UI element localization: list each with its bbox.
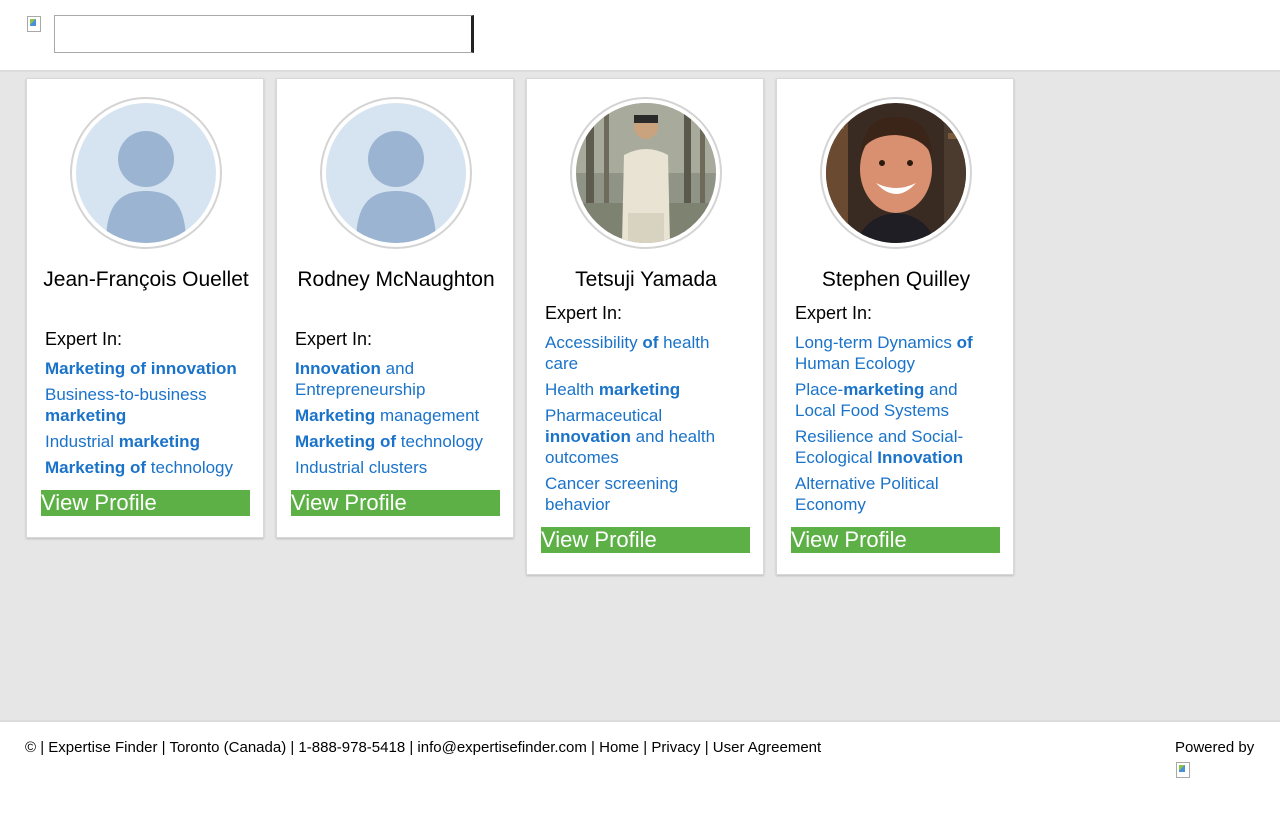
expert-in-label: Expert In: bbox=[295, 329, 373, 349]
topic-link[interactable]: Marketing of technology bbox=[45, 457, 245, 478]
footer-privacy-link[interactable]: Privacy bbox=[651, 739, 700, 756]
topic-text-part: technology bbox=[396, 432, 484, 451]
expert-name[interactable]: Jean-François Ouellet bbox=[37, 267, 255, 293]
avatar[interactable] bbox=[320, 97, 472, 249]
topic-text-part: Alternative Political Economy bbox=[795, 474, 939, 514]
experts-grid: Jean-François Ouellet Expert In: Marketi… bbox=[0, 72, 1280, 720]
broken-image-icon[interactable] bbox=[1176, 762, 1190, 778]
topic-link[interactable]: Pharmaceutical innovation and health out… bbox=[545, 405, 745, 468]
topic-text-part: of bbox=[956, 333, 973, 352]
view-profile-button[interactable]: View Profile bbox=[541, 527, 750, 553]
footer-links: © | Expertise Finder | Toronto (Canada) … bbox=[25, 739, 821, 756]
avatar[interactable] bbox=[820, 97, 972, 249]
expert-in-label: Expert In: bbox=[545, 303, 623, 323]
topic-text-part: Pharmaceutical bbox=[545, 406, 663, 425]
expert-name[interactable]: Stephen Quilley bbox=[787, 267, 1005, 293]
topic-text-part: Cancer screening behavior bbox=[545, 474, 679, 514]
topic-text-part: of bbox=[642, 333, 659, 352]
topic-text-part: Human Ecology bbox=[795, 354, 916, 373]
topic-link[interactable]: Marketing of technology bbox=[295, 431, 495, 452]
portrait-photo bbox=[576, 103, 716, 243]
topic-text-part: Long-term Dynamics bbox=[795, 333, 957, 352]
topic-link[interactable]: Business-to-business marketing bbox=[45, 384, 245, 426]
topic-text-part: Marketing of bbox=[45, 458, 147, 477]
topic-link[interactable]: Cancer screening behavior bbox=[545, 473, 745, 515]
topic-text-part: Marketing of bbox=[295, 432, 397, 451]
topic-link[interactable]: Industrial clusters bbox=[295, 457, 495, 478]
expert-in-label: Expert In: bbox=[45, 329, 123, 349]
topic-list: Innovation and Entrepreneurship Marketing… bbox=[295, 358, 495, 483]
avatar[interactable] bbox=[570, 97, 722, 249]
topic-link[interactable]: Marketing management bbox=[295, 405, 495, 426]
expert-name[interactable]: Tetsuji Yamada bbox=[537, 267, 755, 293]
header bbox=[0, 0, 1280, 72]
footer: © | Expertise Finder | Toronto (Canada) … bbox=[0, 720, 1280, 822]
search-input[interactable] bbox=[54, 15, 474, 53]
topic-text-part: innovation bbox=[545, 427, 631, 446]
topic-text-part: marketing bbox=[598, 380, 681, 399]
topic-text-part: management bbox=[375, 406, 480, 425]
avatar[interactable] bbox=[70, 97, 222, 249]
topic-text-part: Industrial clusters bbox=[295, 458, 428, 477]
footer-copyright: © | Expertise Finder | Toronto (Canada) … bbox=[25, 739, 418, 756]
topic-text-part: Marketing bbox=[295, 406, 376, 425]
topic-link[interactable]: Marketing of innovation bbox=[45, 358, 245, 379]
topic-text-part: Industrial bbox=[45, 432, 119, 451]
footer-email-link[interactable]: info@expertisefinder.com bbox=[417, 739, 586, 756]
footer-separator: | bbox=[586, 739, 600, 756]
topic-link[interactable]: Place-marketing and Local Food Systems bbox=[795, 379, 995, 421]
default-avatar-icon bbox=[326, 103, 466, 243]
topic-text-part: Innovation bbox=[877, 448, 964, 467]
topic-text-part: Place- bbox=[795, 380, 844, 399]
expert-card: Stephen Quilley Expert In: Long-term Dyn… bbox=[776, 78, 1014, 575]
footer-separator: | bbox=[700, 739, 713, 756]
expert-name[interactable]: Rodney McNaughton bbox=[287, 267, 505, 293]
expert-card: Tetsuji Yamada Expert In: Accessibility … bbox=[526, 78, 764, 575]
view-profile-button[interactable]: View Profile bbox=[791, 527, 1000, 553]
topic-list: Long-term Dynamics of Human Ecology Place… bbox=[795, 332, 995, 520]
topic-link[interactable]: Long-term Dynamics of Human Ecology bbox=[795, 332, 995, 374]
topic-link[interactable]: Innovation and Entrepreneurship bbox=[295, 358, 495, 400]
footer-user-agreement-link[interactable]: User Agreement bbox=[713, 739, 821, 756]
topic-list: Marketing of innovation Business-to-busin… bbox=[45, 358, 245, 483]
portrait-photo bbox=[826, 103, 966, 243]
topic-text-part: marketing bbox=[118, 432, 200, 451]
topic-list: Accessibility of health care Health marke… bbox=[545, 332, 745, 520]
topic-link[interactable]: Accessibility of health care bbox=[545, 332, 745, 374]
expert-card: Jean-François Ouellet Expert In: Marketi… bbox=[26, 78, 264, 538]
view-profile-button[interactable]: View Profile bbox=[291, 490, 500, 516]
broken-image-icon[interactable] bbox=[27, 16, 41, 32]
topic-text-part: marketing bbox=[45, 406, 127, 425]
topic-link[interactable]: Resilience and Social-Ecological Innovat… bbox=[795, 426, 995, 468]
topic-link[interactable]: Health marketing bbox=[545, 379, 745, 400]
topic-text-part: Marketing of innovation bbox=[45, 359, 237, 378]
default-avatar-icon bbox=[76, 103, 216, 243]
topic-text-part: marketing bbox=[843, 380, 925, 399]
footer-separator: | bbox=[639, 739, 652, 756]
topic-text-part: Business-to-business bbox=[45, 385, 207, 404]
powered-by-label: Powered by bbox=[1175, 739, 1255, 756]
footer-home-link[interactable]: Home bbox=[599, 739, 639, 756]
expert-card: Rodney McNaughton Expert In: Innovation … bbox=[276, 78, 514, 538]
expert-in-label: Expert In: bbox=[795, 303, 873, 323]
topic-text-part: technology bbox=[146, 458, 234, 477]
topic-link[interactable]: Industrial marketing bbox=[45, 431, 245, 452]
topic-text-part: Innovation bbox=[295, 359, 381, 378]
topic-text-part: Health bbox=[545, 380, 599, 399]
topic-text-part: Accessibility bbox=[545, 333, 643, 352]
view-profile-button[interactable]: View Profile bbox=[41, 490, 250, 516]
topic-link[interactable]: Alternative Political Economy bbox=[795, 473, 995, 515]
